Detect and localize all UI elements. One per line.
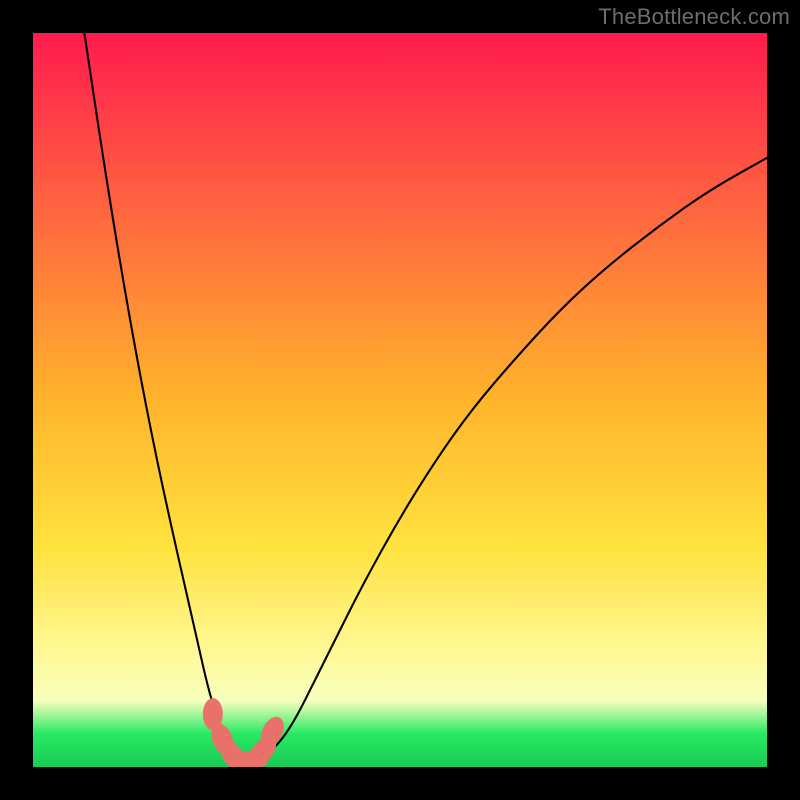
gradient-background — [33, 33, 767, 767]
watermark-text: TheBottleneck.com — [598, 4, 790, 30]
bottleneck-chart — [33, 33, 767, 767]
chart-stage: TheBottleneck.com — [0, 0, 800, 800]
